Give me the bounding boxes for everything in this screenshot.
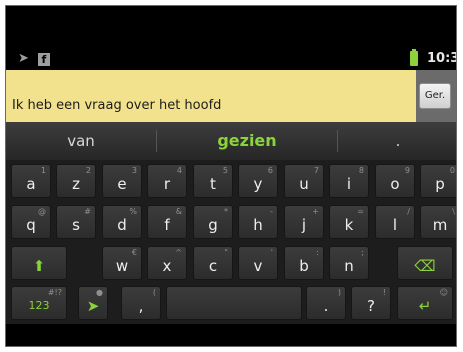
key-label: e (117, 175, 127, 193)
key-label: m (432, 216, 448, 234)
key-v[interactable]: ' v (238, 246, 278, 280)
key-label: ? (367, 297, 375, 315)
key-label: h (253, 216, 263, 234)
key-x[interactable]: ^ x (147, 246, 187, 280)
key-label: u (299, 175, 309, 193)
key-label: l (392, 216, 398, 234)
keyboard: 1 a 2 z 3 e 4 r 5 t 6 y 7 u 8 i 9 o 0 p @ q # s% d & f * g - h + j = k / l \ m… (6, 160, 456, 324)
key-label: 123 (28, 299, 50, 312)
key-label: z (72, 175, 80, 193)
key-label: c (208, 257, 218, 275)
key-label: d (117, 216, 127, 234)
send-area: Ger. (416, 70, 456, 122)
swype-icon[interactable]: ● ➤ (78, 286, 108, 320)
key-f[interactable]: & f (147, 205, 187, 239)
key-label: , (138, 297, 144, 315)
key-b[interactable]: :b (284, 246, 324, 280)
key-label: g (208, 216, 218, 234)
key-label: r (163, 175, 171, 193)
key-e[interactable]: 3e (102, 164, 142, 198)
key-l[interactable]: / l (375, 205, 415, 239)
key-o[interactable]: 9o (375, 164, 415, 198)
message-compose-bar: Ik heb een vraag over het hoofd Ger. (6, 70, 456, 122)
send-button[interactable]: Ger. (419, 83, 451, 109)
key-label: j (301, 216, 307, 234)
key-label: ⬆ (32, 257, 46, 275)
bottom-area (6, 324, 456, 346)
shift-icon[interactable]: ⬆ (11, 246, 67, 280)
space-bar[interactable] (166, 286, 302, 320)
key-,[interactable]: (, (121, 286, 161, 320)
symbols-key[interactable]: #!? 123 (11, 286, 67, 320)
message-input[interactable]: Ik heb een vraag over het hoofd (12, 98, 221, 114)
suggestion-left[interactable]: van (6, 122, 156, 160)
key-u[interactable]: 7u (284, 164, 324, 198)
backspace-icon[interactable]: ⌫ (397, 246, 453, 280)
status-bar: ➤ f 10:32 (6, 48, 456, 70)
suggestion-strip: van gezien . (6, 122, 456, 160)
suggestion-center[interactable]: gezien (157, 122, 337, 160)
key-k[interactable]: = k (329, 205, 369, 239)
battery-icon (410, 49, 418, 66)
key-s[interactable]: # s (56, 205, 96, 239)
twitter-bird-icon: ➤ (18, 51, 29, 66)
key-w[interactable]: € w (102, 246, 142, 280)
key-z[interactable]: 2z (56, 164, 96, 198)
key-label: ⌫ (414, 257, 436, 275)
key-q[interactable]: @ q (11, 205, 51, 239)
key-label: f (164, 216, 170, 234)
phone-screen: ➤ f 10:32 Ik heb een vraag over het hoof… (5, 5, 457, 347)
key-label: ➤ (86, 297, 100, 315)
key-label: v (253, 257, 263, 275)
key-label: w (115, 257, 129, 275)
key-label: y (253, 175, 263, 193)
key-p[interactable]: 0p (420, 164, 456, 198)
key-c[interactable]: " c (193, 246, 233, 280)
key-n[interactable]: ; n (329, 246, 369, 280)
key-r[interactable]: 4r (147, 164, 187, 198)
key-label: ↵ (418, 297, 432, 315)
key-m[interactable]: \ m (420, 205, 456, 239)
key-a[interactable]: 1a (11, 164, 51, 198)
key-j[interactable]: + j (284, 205, 324, 239)
key-g[interactable]: * g (193, 205, 233, 239)
key-t[interactable]: 5t (193, 164, 233, 198)
key-label: t (210, 175, 216, 193)
key-label: k (344, 216, 354, 234)
key-label: b (299, 257, 309, 275)
key-label: o (390, 175, 400, 193)
key-label: a (26, 175, 36, 193)
key-label: s (72, 216, 80, 234)
key-y[interactable]: 6y (238, 164, 278, 198)
key-h[interactable]: -h (238, 205, 278, 239)
key-label: q (26, 216, 36, 234)
suggestion-right[interactable]: . (338, 122, 456, 160)
key-label: x (162, 257, 172, 275)
key-?[interactable]: !? (351, 286, 391, 320)
key-label: p (435, 175, 445, 193)
facebook-icon: f (37, 52, 50, 66)
key-label: n (344, 257, 354, 275)
clock: 10:32 (427, 51, 456, 66)
key-label: i (346, 175, 352, 193)
key-i[interactable]: 8i (329, 164, 369, 198)
key-label: . (323, 297, 329, 315)
key-d[interactable]: % d (102, 205, 142, 239)
notification-icons: ➤ f (18, 51, 50, 67)
enter-icon[interactable]: ☺ ↵ (397, 286, 453, 320)
key-.[interactable]: ). (306, 286, 346, 320)
